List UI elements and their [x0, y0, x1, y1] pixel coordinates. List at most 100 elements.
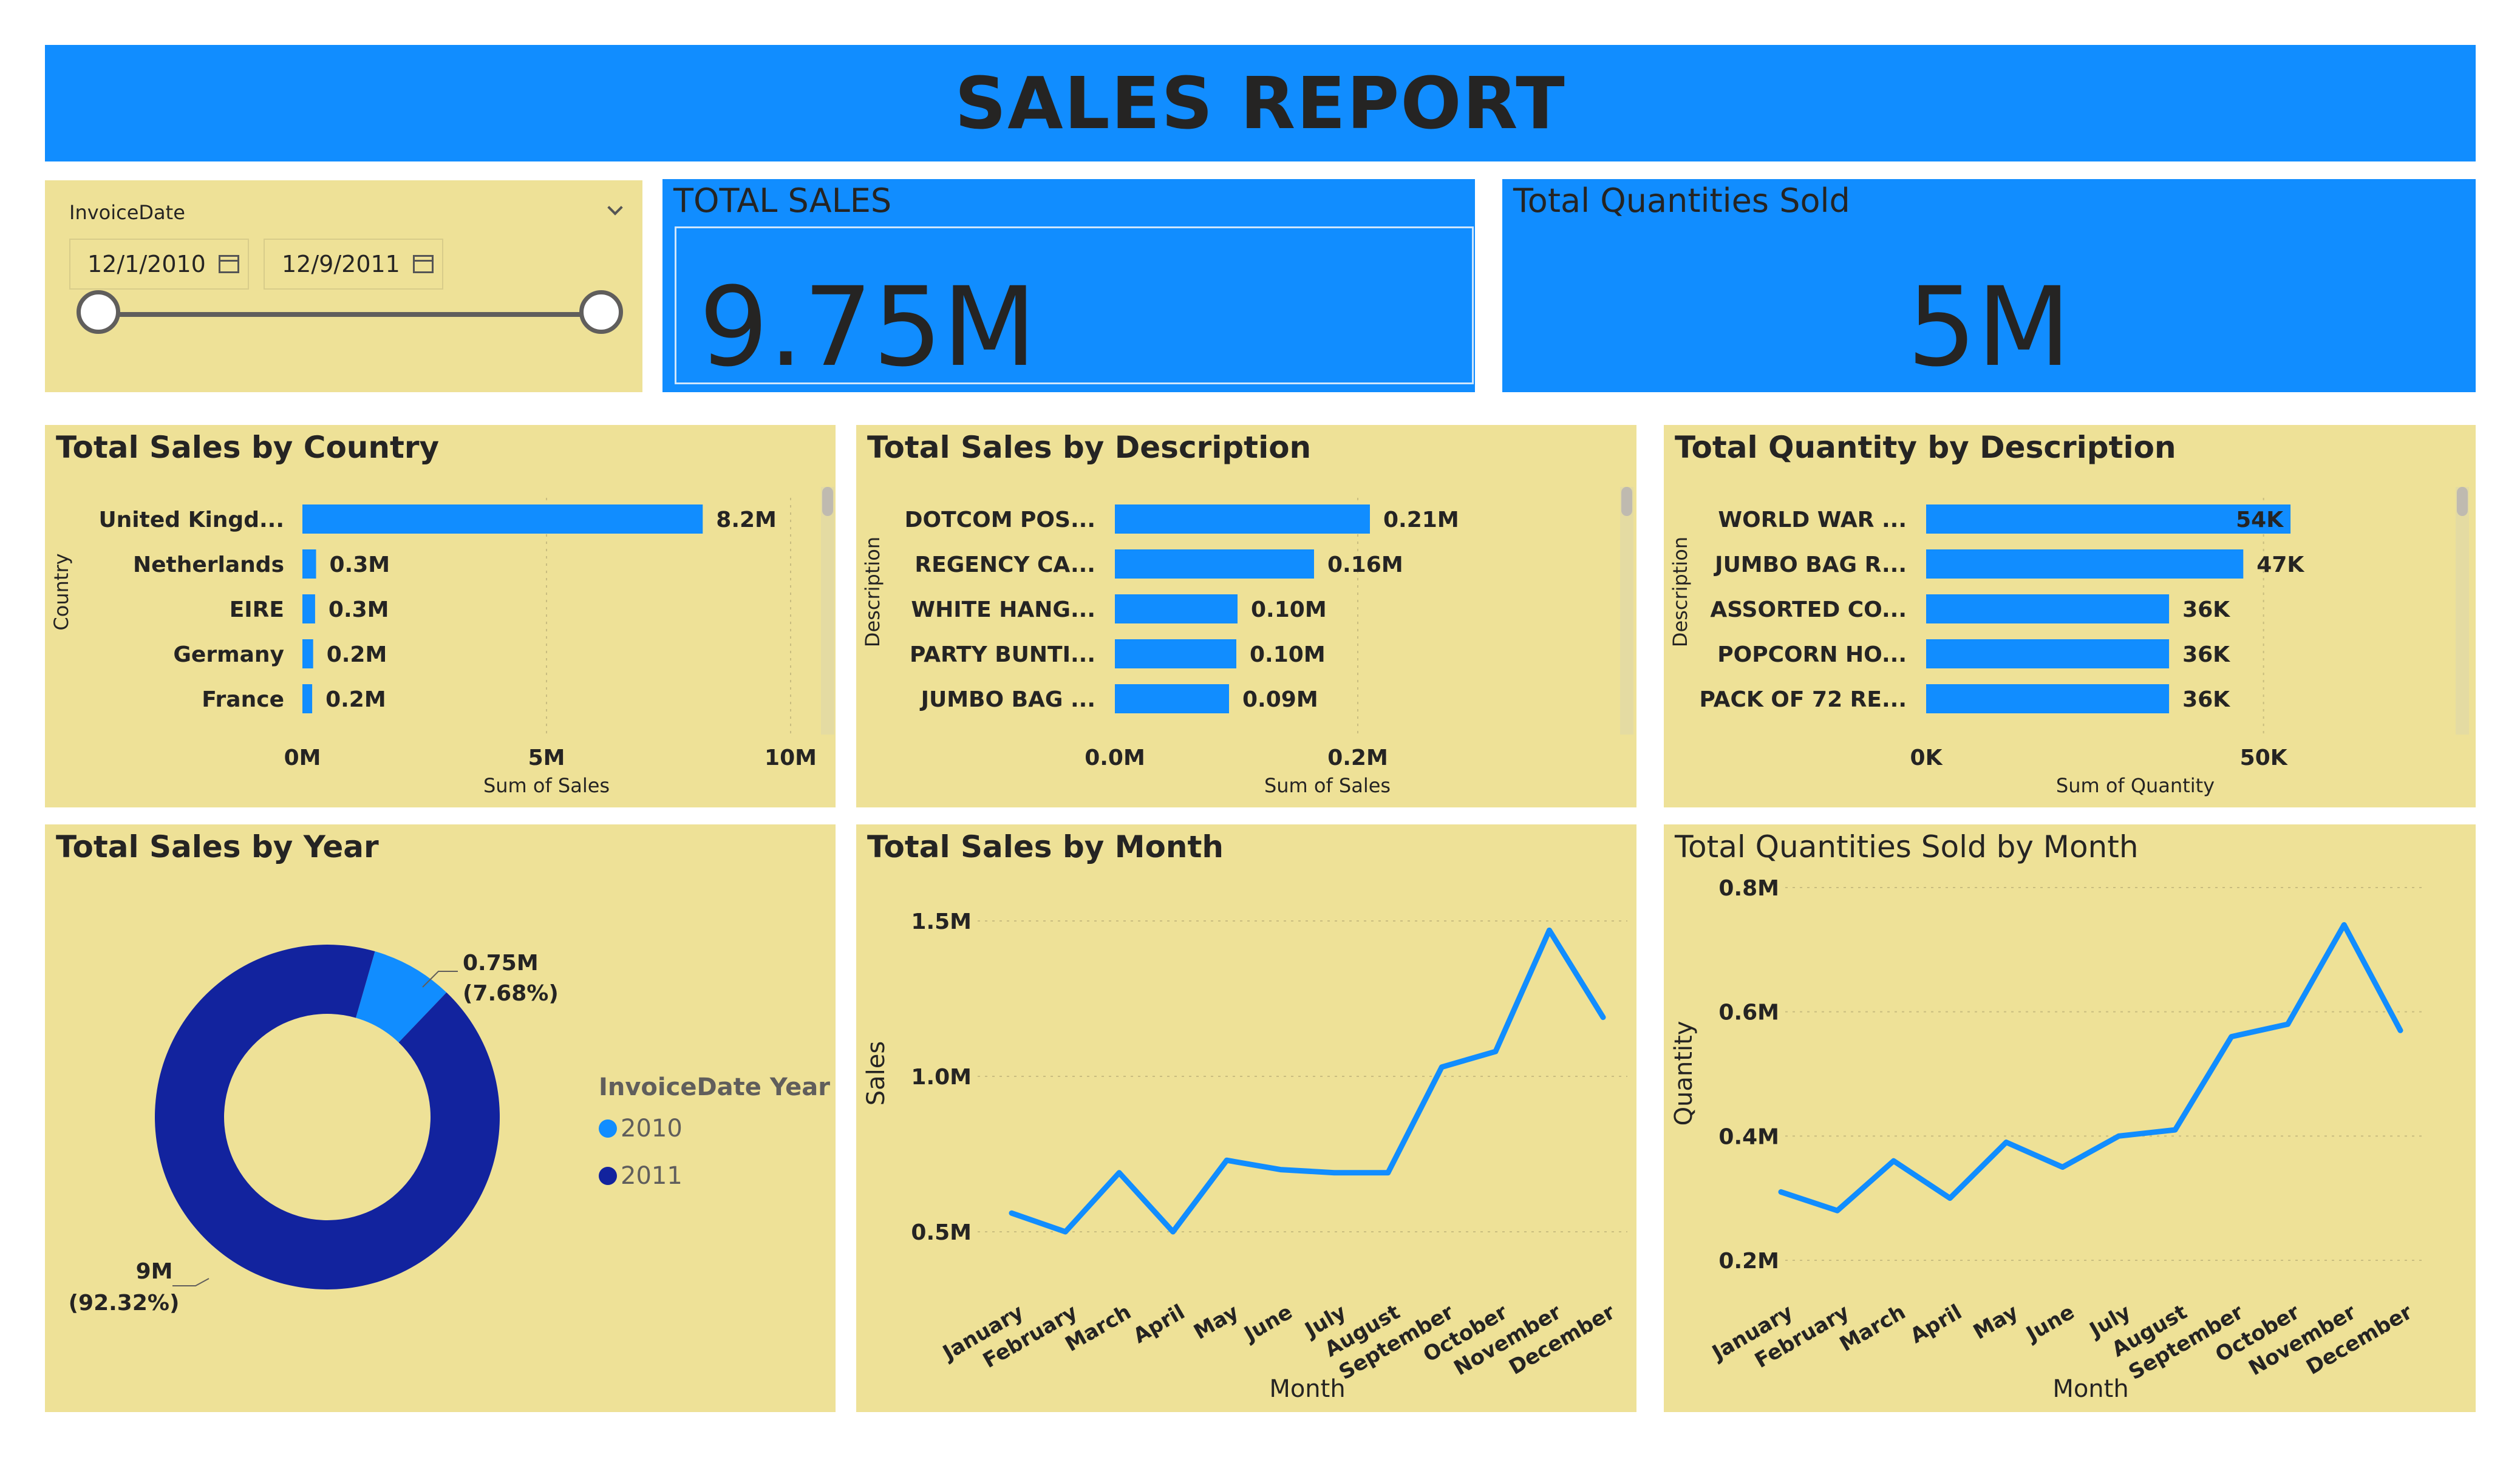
- date-range-slider-track[interactable]: [100, 312, 598, 317]
- category-label: France: [202, 687, 284, 712]
- quantity-by-month-panel: Total Quantities Sold by Month 0.2M 0.4M 0…: [1664, 824, 2476, 1412]
- sales-by-description-panel: Total Sales by Description 0.0M 0.2M DOTCO…: [856, 425, 1636, 807]
- category-label: Germany: [173, 642, 284, 667]
- x-tick-label: April: [1906, 1300, 1966, 1348]
- chevron-down-icon[interactable]: [607, 200, 623, 216]
- report-title: SALES REPORT: [955, 61, 1566, 145]
- bar: [1115, 504, 1370, 534]
- leader-line: [172, 1278, 209, 1286]
- total-quantity-value: 5M: [1907, 264, 2071, 391]
- x-axis-title: Sum of Sales: [1264, 774, 1391, 797]
- slicer-label: InvoiceDate: [69, 201, 185, 224]
- sales-by-country-chart: 0M 5M 10M United Kingd... 8.2M Netherlands 0.3…: [50, 487, 834, 797]
- x-tick-label: 5M: [528, 745, 565, 770]
- category-label: PACK OF 72 RE...: [1700, 687, 1907, 712]
- category-label: ASSORTED CO...: [1710, 597, 1907, 622]
- x-tick-label: 50K: [2240, 745, 2288, 770]
- data-label: 9M: [136, 1259, 173, 1284]
- bar: [1115, 549, 1314, 579]
- start-date-input[interactable]: 12/1/2010: [69, 239, 249, 290]
- bar: [1115, 594, 1238, 623]
- legend-swatch: [599, 1119, 617, 1138]
- sales-by-description-chart: 0.0M 0.2M DOTCOM POS... 0.21M REGENCY CA... 0…: [861, 487, 1633, 797]
- data-label: 47K: [2256, 552, 2304, 577]
- category-label: JUMBO BAG R...: [1713, 552, 1907, 577]
- bar: [302, 594, 315, 623]
- category-label: DOTCOM POS...: [905, 508, 1095, 532]
- scrollbar-thumb: [2457, 487, 2468, 516]
- quantity-by-description-panel: Total Quantity by Description 0K 50K WORLD…: [1664, 425, 2476, 807]
- category-label: POPCORN HO...: [1717, 642, 1907, 667]
- sales-by-year-chart: 0.75M (7.68%) 9M (92.32%): [69, 944, 559, 1316]
- data-label: 0.09M: [1242, 687, 1318, 712]
- data-label: 54K: [2236, 508, 2284, 532]
- x-tick-label: March: [1836, 1300, 1910, 1357]
- bar: [1926, 639, 2170, 668]
- legend-title: InvoiceDate Year: [599, 1073, 830, 1101]
- quantity-by-month-chart: 0.2M0.4M0.6M0.8MJanuaryFebruaryMarchApri…: [1670, 876, 2425, 1403]
- slider-end-handle[interactable]: [579, 290, 623, 334]
- total-sales-card: TOTAL SALES 9.75M: [662, 179, 1475, 392]
- x-tick-label: 0K: [1910, 745, 1943, 770]
- total-quantity-title: Total Quantities Sold: [1513, 182, 1850, 220]
- y-tick-label: 0.5M: [911, 1220, 972, 1245]
- y-tick-label: 1.0M: [911, 1065, 972, 1090]
- total-sales-value: 9.75M: [699, 264, 1037, 391]
- scrollbar-track: [821, 487, 834, 735]
- sales-by-month-panel: Total Sales by Month 0.5M 1.0M 1.5M January…: [856, 824, 1636, 1412]
- category-label: Netherlands: [133, 552, 284, 577]
- data-label: 36K: [2182, 597, 2230, 622]
- scrollbar-track: [2456, 487, 2469, 735]
- category-label: JUMBO BAG ...: [919, 687, 1095, 712]
- x-tick-label: April: [1129, 1300, 1190, 1348]
- y-tick-label: 0.4M: [1718, 1124, 1779, 1149]
- donut-slice: [154, 944, 500, 1289]
- legend-swatch: [599, 1167, 617, 1185]
- line-series: [1778, 922, 2403, 1214]
- data-label: 0.2M: [327, 642, 387, 667]
- category-label: EIRE: [230, 597, 284, 622]
- slider-start-handle[interactable]: [77, 290, 120, 334]
- data-label: (7.68%): [463, 981, 559, 1006]
- x-tick-label: May: [1969, 1300, 2022, 1345]
- category-label: WORLD WAR ...: [1718, 508, 1907, 532]
- quantity-by-description-chart: 0K 50K WORLD WAR ... 54K JUMBO BAG R... 47K AS…: [1669, 487, 2469, 797]
- data-label: 0.2M: [325, 687, 386, 712]
- end-date-input[interactable]: 12/9/2011: [264, 239, 443, 290]
- legend-label: 2011: [621, 1162, 683, 1190]
- legend-item-2011[interactable]: 2011: [599, 1162, 683, 1190]
- x-tick-label: 0.0M: [1085, 745, 1145, 770]
- x-axis-title: Month: [2052, 1375, 2128, 1403]
- x-tick-label: 10M: [765, 745, 817, 770]
- data-label: (92.32%): [69, 1291, 180, 1316]
- sales-by-month-chart: 0.5M1.0M1.5MJanuaryFebruaryMarchApril May…: [862, 909, 1627, 1403]
- y-tick-label: 0.6M: [1718, 1000, 1779, 1025]
- start-date-value: 12/1/2010: [87, 251, 206, 277]
- bar: [302, 504, 703, 534]
- legend-item-2010[interactable]: 2010: [599, 1115, 683, 1143]
- scrollbar-thumb: [1621, 487, 1632, 516]
- data-label: 0.10M: [1251, 597, 1327, 622]
- category-label: REGENCY CA...: [914, 552, 1095, 577]
- y-axis-title: Description: [1669, 537, 1692, 647]
- calendar-icon[interactable]: [219, 255, 239, 273]
- x-tick-label: June: [2021, 1300, 2079, 1347]
- bar: [302, 639, 313, 668]
- end-date-value: 12/9/2011: [282, 251, 400, 277]
- bar: [1926, 549, 2244, 579]
- y-tick-label: 0.8M: [1718, 876, 1779, 901]
- category-label: WHITE HANG...: [911, 597, 1095, 622]
- data-label: 0.3M: [329, 597, 389, 622]
- report-banner: SALES REPORT: [45, 45, 2476, 161]
- total-quantity-card: Total Quantities Sold 5M: [1502, 179, 2476, 392]
- data-label: 0.75M: [463, 951, 539, 976]
- data-label: 36K: [2182, 642, 2230, 667]
- bar: [1115, 639, 1236, 668]
- calendar-icon[interactable]: [413, 255, 434, 273]
- x-tick-label: May: [1190, 1300, 1242, 1345]
- scrollbar-track: [1620, 487, 1633, 735]
- sales-by-year-panel: Total Sales by Year 0.75M (7.68%) 9M (92.32…: [45, 824, 836, 1412]
- scrollbar-thumb: [822, 487, 833, 516]
- category-label: PARTY BUNTI...: [910, 642, 1095, 667]
- line-series: [1009, 927, 1606, 1235]
